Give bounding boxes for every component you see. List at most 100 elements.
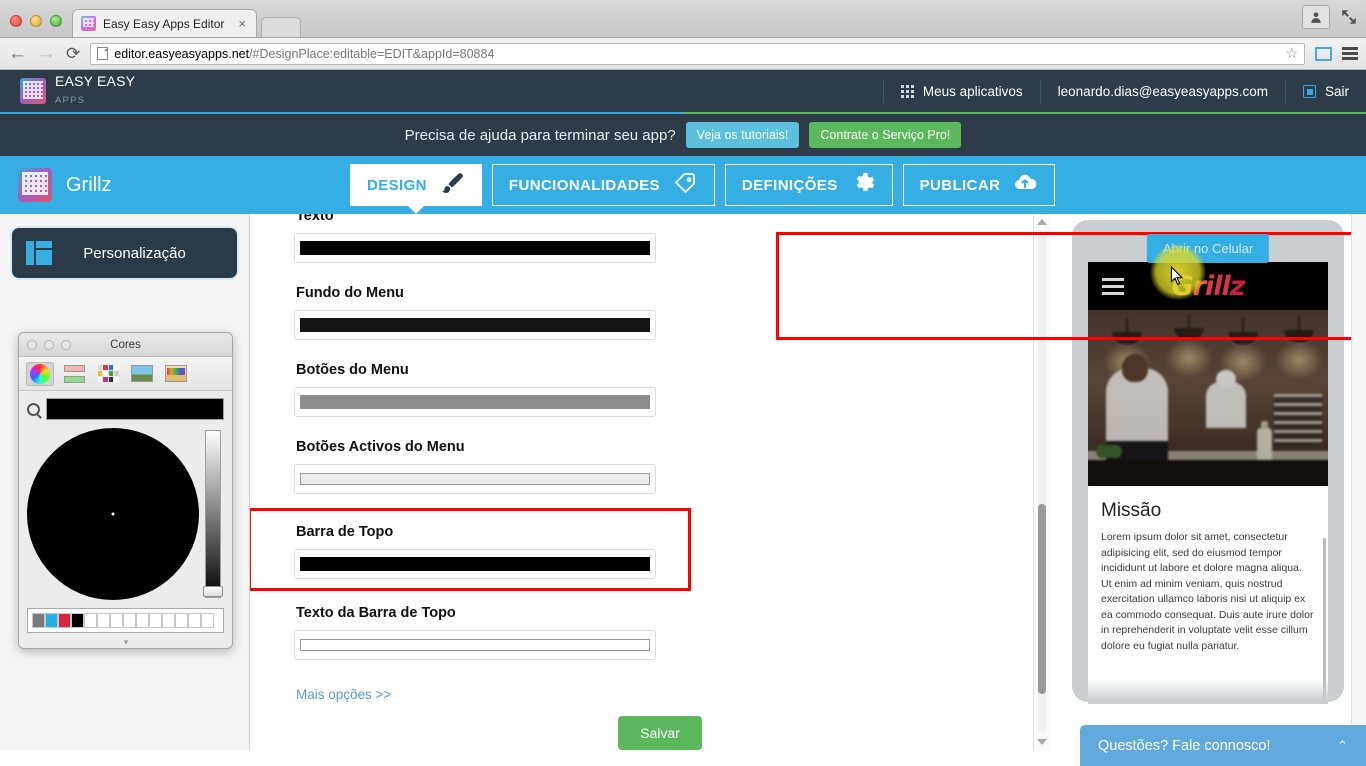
swatch-empty[interactable] (110, 613, 123, 628)
swatch-gray[interactable] (32, 613, 45, 628)
window-minimize-button[interactable] (30, 15, 42, 27)
swatch-empty[interactable] (136, 613, 149, 628)
color-swatch (300, 557, 650, 571)
browser-window-controls (1302, 5, 1358, 29)
bookmark-star-icon[interactable]: ☆ (1285, 45, 1298, 62)
color-input-botoes-activos-do-menu[interactable] (294, 464, 656, 494)
scroll-down-arrow-icon[interactable] (1034, 734, 1050, 750)
left-sidebar: Personalização Cores ▾ (0, 214, 250, 750)
tab-publicar-label: PUBLICAR (919, 176, 1001, 194)
phone-mockup: Abrir no Celular Grillz Missão Lorem ips… (1072, 220, 1344, 704)
back-button[interactable]: ← (8, 44, 27, 63)
color-wheel-icon[interactable] (26, 361, 54, 386)
swatch-empty[interactable] (162, 613, 175, 628)
extension-icon[interactable] (1315, 46, 1332, 61)
crayons-icon[interactable] (162, 362, 190, 386)
window-maximize-button[interactable] (50, 15, 62, 27)
swatch-empty[interactable] (188, 613, 201, 628)
easyeasy-logo-icon (20, 78, 46, 104)
brightness-slider[interactable] (203, 430, 223, 598)
app-brand[interactable]: EASY EASY APPS (0, 74, 135, 108)
color-input-fundo-do-menu[interactable] (294, 310, 656, 340)
user-avatar-icon[interactable] (1302, 5, 1330, 29)
my-apps-link[interactable]: Meus aplicativos (882, 79, 1040, 103)
url-input[interactable]: editor.easyeasyapps.net/#DesignPlace:edi… (90, 42, 1305, 65)
color-eyedropper-row (19, 391, 232, 424)
brand-line2: APPS (55, 95, 86, 106)
scroll-up-arrow-icon[interactable] (1034, 214, 1050, 230)
color-swatch (300, 473, 650, 485)
form-scrollbar[interactable] (1033, 214, 1050, 750)
swatch-blue[interactable] (45, 613, 58, 628)
chat-widget-label: Questões? Fale connosco! (1098, 737, 1271, 754)
url-text: editor.easyeasyapps.net/#DesignPlace:edi… (114, 47, 494, 61)
tab-funcionalidades-label: FUNCIONALIDADES (508, 176, 660, 194)
new-tab-button[interactable] (261, 17, 301, 37)
color-palettes-icon[interactable] (94, 362, 122, 386)
reload-button[interactable]: ⟳ (66, 44, 80, 64)
window-traffic-lights[interactable] (0, 15, 62, 37)
save-button[interactable]: Salvar (618, 716, 702, 750)
color-input-texto[interactable] (294, 233, 656, 263)
color-input-barra-de-topo[interactable] (294, 549, 656, 579)
fullscreen-icon[interactable] (1340, 8, 1358, 26)
swatch-empty[interactable] (201, 613, 214, 628)
app-nav-bar: Grillz DESIGN FUNCIONALIDADES DEFINIÇÕES (0, 156, 1366, 214)
swatch-empty[interactable] (175, 613, 188, 628)
swatch-empty[interactable] (84, 613, 97, 628)
logout-link[interactable]: Sair (1284, 79, 1366, 103)
mouse-cursor-icon (1170, 265, 1184, 291)
hero-photo (1088, 310, 1328, 486)
color-input-texto-da-barra-de-topo[interactable] (294, 630, 656, 660)
browser-menu-icon[interactable] (1342, 47, 1358, 60)
tutorials-button[interactable]: Veja os tutoriais! (685, 122, 800, 148)
swatch-empty[interactable] (123, 613, 136, 628)
current-color-swatch[interactable] (46, 398, 224, 420)
magnifier-icon[interactable] (27, 402, 40, 416)
chat-widget[interactable]: Questões? Fale connosco! ⌃ (1080, 725, 1366, 766)
forward-button[interactable]: → (37, 44, 56, 63)
account-email[interactable]: leonardo.dias@easyeasyapps.com (1039, 79, 1285, 103)
color-picker-panel[interactable]: Cores ▾ (18, 332, 233, 649)
color-swatch (300, 241, 650, 255)
close-icon[interactable]: × (236, 16, 248, 31)
swatch-black[interactable] (71, 613, 84, 628)
browser-titlebar: Easy Easy Apps Editor × (0, 0, 1366, 38)
color-sliders-icon[interactable] (60, 362, 88, 386)
scrollbar-thumb[interactable] (1038, 504, 1046, 694)
sidebar-item-personalizacao[interactable]: Personalização (12, 228, 237, 278)
color-wheel-area (19, 424, 232, 606)
color-picker-toolbar (19, 357, 232, 391)
color-swatch-palette[interactable] (27, 608, 224, 633)
open-on-mobile-button[interactable]: Abrir no Celular (1146, 234, 1270, 263)
field-label: Botões Activos do Menu (296, 439, 465, 455)
section-body: Lorem ipsum dolor sit amet, consectetur … (1101, 531, 1314, 652)
window-close-button[interactable] (10, 15, 22, 27)
tab-publicar[interactable]: PUBLICAR (902, 164, 1056, 206)
field-label: Texto (296, 214, 334, 224)
pro-service-button[interactable]: Contrate o Serviço Pro! (809, 122, 962, 148)
color-wheel[interactable] (27, 428, 199, 600)
tab-design-label: DESIGN (367, 176, 427, 194)
tab-funcionalidades[interactable]: FUNCIONALIDADES (491, 164, 715, 206)
resize-grip-icon[interactable]: ▾ (19, 637, 232, 648)
color-swatch (300, 639, 650, 651)
color-picker-title: Cores (110, 338, 141, 351)
swatch-empty[interactable] (149, 613, 162, 628)
tab-definicoes[interactable]: DEFINIÇÕES (724, 164, 893, 206)
swatch-red[interactable] (58, 613, 71, 628)
chevron-up-icon[interactable]: ⌃ (1337, 738, 1348, 754)
more-options-link[interactable]: Mais opções >> (296, 687, 1050, 702)
field-label: Botões do Menu (296, 362, 409, 378)
page-scrollbar[interactable] (1351, 214, 1366, 750)
url-path: /#DesignPlace:editable=EDIT&appId=80884 (249, 46, 495, 61)
my-apps-label: Meus aplicativos (922, 83, 1023, 99)
browser-tab[interactable]: Easy Easy Apps Editor × (72, 9, 257, 37)
swatch-empty[interactable] (97, 613, 110, 628)
color-wheel-cursor (111, 512, 115, 516)
tab-design[interactable]: DESIGN (350, 164, 482, 206)
color-input-botoes-do-menu[interactable] (294, 387, 656, 417)
image-palette-icon[interactable] (128, 362, 156, 386)
content-section: Missão Lorem ipsum dolor sit amet, conse… (1088, 486, 1328, 704)
brightness-slider-knob[interactable] (203, 586, 223, 597)
